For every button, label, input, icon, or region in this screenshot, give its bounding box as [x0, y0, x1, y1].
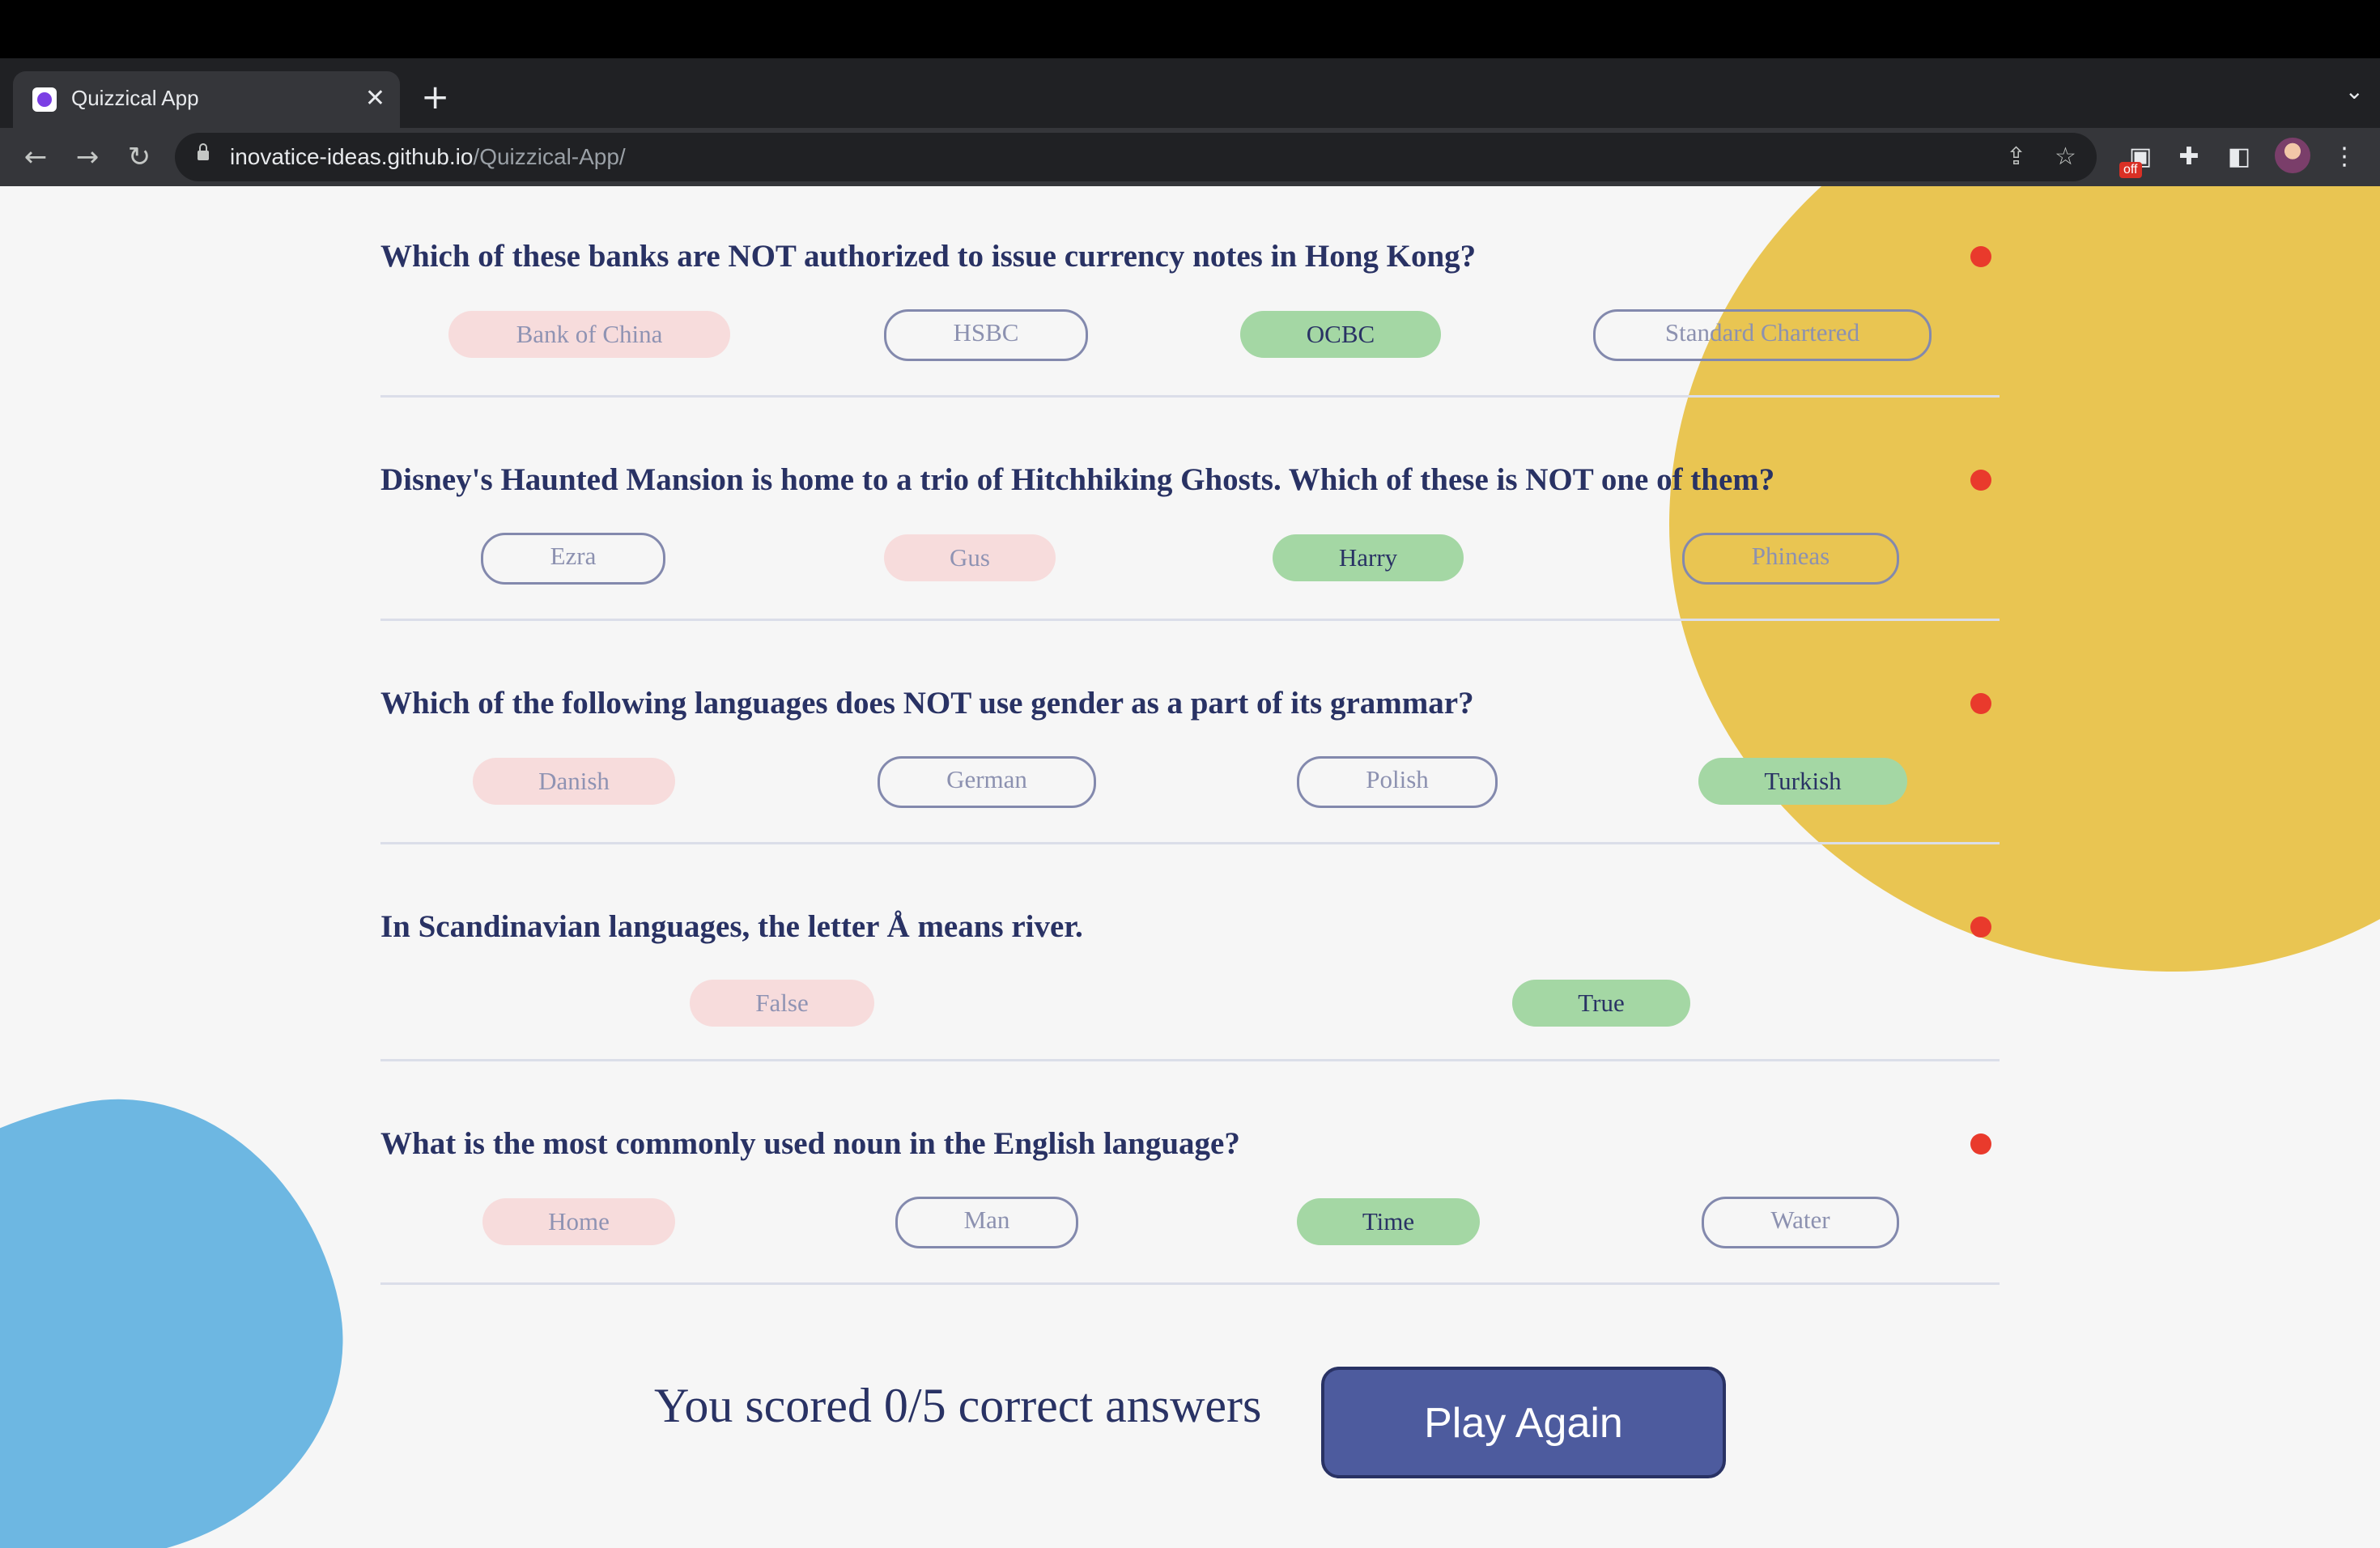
incorrect-status-dot	[1970, 916, 1991, 938]
side-panel-icon[interactable]: ◧	[2221, 139, 2257, 175]
incorrect-status-dot	[1970, 246, 1991, 267]
tab-title: Quizzical App	[71, 86, 199, 110]
answer-option[interactable]: Turkish	[1698, 758, 1907, 805]
url-text[interactable]: inovatice-ideas.github.io/Quizzical-App/	[230, 144, 626, 170]
new-tab-button[interactable]: +	[421, 71, 449, 123]
blue-blob-decoration	[0, 1059, 382, 1548]
answer-option[interactable]: Bank of China	[448, 311, 730, 358]
tab-search-chevron-icon[interactable]: ⌄	[2345, 78, 2364, 104]
answer-option[interactable]: Ezra	[481, 533, 665, 585]
question-card: What is the most commonly used noun in t…	[380, 1059, 2000, 1285]
answer-option[interactable]: True	[1512, 980, 1690, 1027]
close-tab-icon[interactable]: ✕	[365, 83, 385, 115]
score-text: You scored 0/5 correct answers	[654, 1379, 1262, 1432]
browser-tab[interactable]: Quizzical App ✕	[13, 71, 400, 128]
address-bar[interactable]: inovatice-ideas.github.io/Quizzical-App/…	[175, 133, 2097, 181]
answer-option[interactable]: Polish	[1297, 756, 1498, 808]
extension-off-badge: off	[2119, 162, 2142, 178]
answer-option[interactable]: German	[878, 756, 1096, 808]
browser-toolbar: ← → ↻ inovatice-ideas.github.io/Quizzica…	[0, 128, 2380, 186]
share-icon[interactable]: ⇪	[2006, 142, 2026, 172]
answer-option[interactable]: Gus	[884, 534, 1056, 581]
lock-icon	[198, 143, 209, 160]
answer-option[interactable]: Home	[482, 1198, 675, 1245]
answer-option[interactable]: Phineas	[1682, 533, 1899, 585]
question-text: Which of the following languages does NO…	[380, 686, 1474, 721]
question-card: In Scandinavian languages, the letter Å …	[380, 842, 2000, 1061]
incorrect-status-dot	[1970, 693, 1991, 714]
question-card: Which of the following languages does NO…	[380, 619, 2000, 844]
answer-option[interactable]: Standard Chartered	[1593, 309, 1932, 361]
answer-option[interactable]: OCBC	[1240, 311, 1441, 358]
question-text: What is the most commonly used noun in t…	[380, 1126, 1240, 1161]
answer-option[interactable]: Man	[895, 1197, 1078, 1248]
back-arrow-icon[interactable]: ←	[15, 136, 57, 178]
question-card: Which of these banks are NOT authorized …	[380, 186, 2000, 398]
profile-avatar[interactable]	[2275, 138, 2310, 173]
tab-strip: Quizzical App ✕	[0, 58, 2380, 128]
question-text: Disney's Haunted Mansion is home to a tr…	[380, 462, 1775, 497]
question-text: In Scandinavian languages, the letter Å …	[380, 909, 1083, 944]
reload-icon[interactable]: ↻	[118, 136, 160, 178]
answer-option[interactable]: Danish	[473, 758, 675, 805]
answer-option[interactable]: Water	[1702, 1197, 1899, 1248]
quiz-page: Which of these banks are NOT authorized …	[0, 186, 2380, 1548]
incorrect-status-dot	[1970, 470, 1991, 491]
answer-option[interactable]: Harry	[1273, 534, 1464, 581]
answer-option[interactable]: False	[690, 980, 874, 1027]
answer-option[interactable]: HSBC	[884, 309, 1088, 361]
answer-option[interactable]: Time	[1297, 1198, 1480, 1245]
url-path: /Quizzical-App/	[473, 144, 626, 169]
puzzle-extensions-icon[interactable]: ✚	[2171, 139, 2207, 175]
question-text: Which of these banks are NOT authorized …	[380, 239, 1477, 274]
kebab-menu-icon[interactable]: ⋮	[2327, 139, 2362, 175]
app-favicon-icon	[32, 87, 57, 112]
forward-arrow-icon[interactable]: →	[66, 136, 108, 178]
top-black-bar	[0, 0, 2380, 58]
bookmark-star-icon[interactable]: ☆	[2055, 142, 2076, 172]
url-host: inovatice-ideas.github.io	[230, 144, 474, 169]
question-card: Disney's Haunted Mansion is home to a tr…	[380, 395, 2000, 621]
incorrect-status-dot	[1970, 1133, 1991, 1155]
play-again-button[interactable]: Play Again	[1321, 1367, 1726, 1478]
